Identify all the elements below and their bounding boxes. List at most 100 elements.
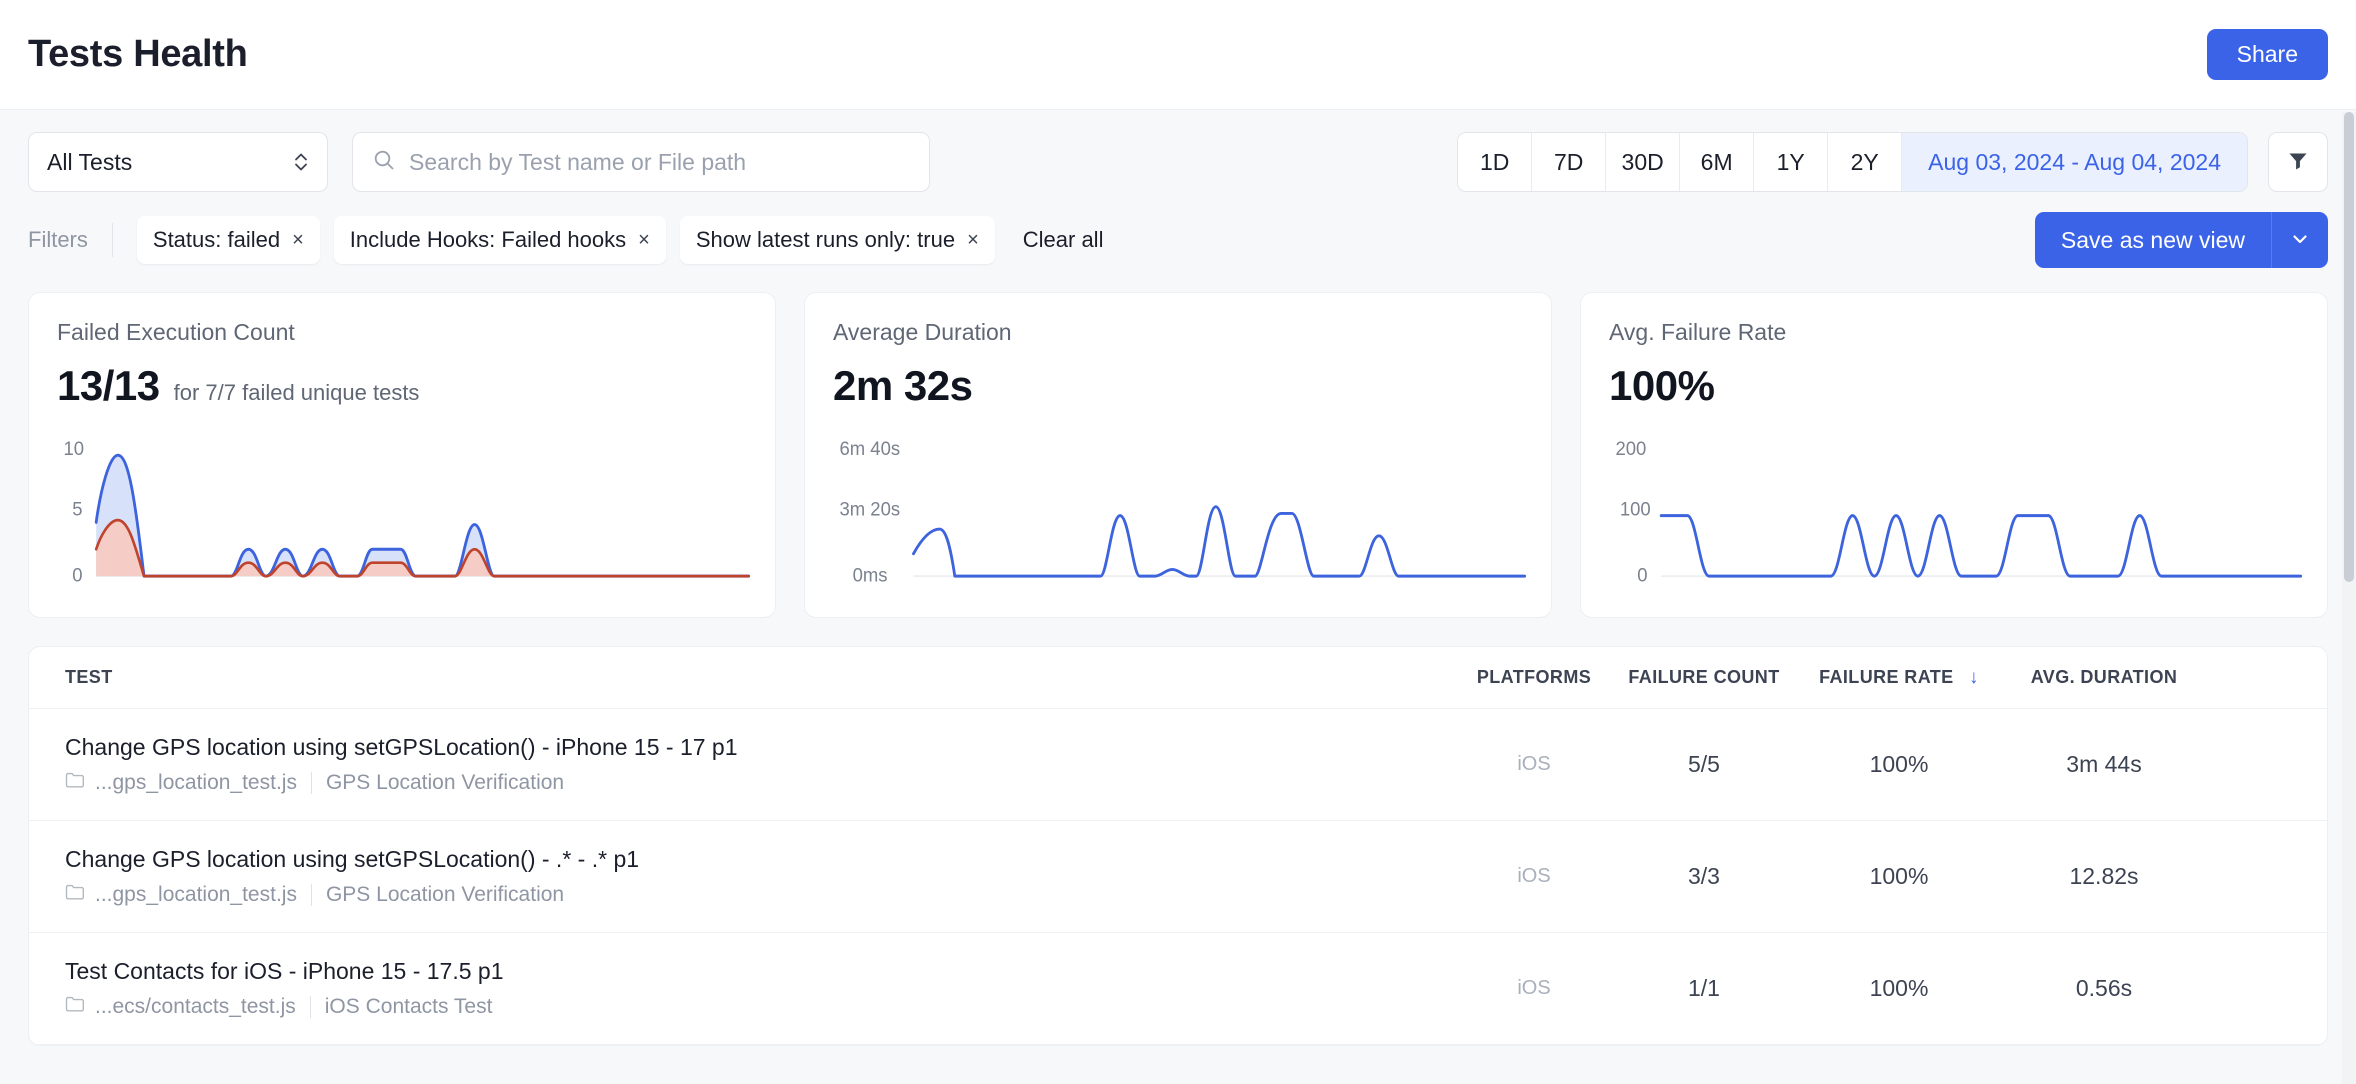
range-30d[interactable]: 30D [1606, 133, 1680, 191]
y-tick-label: 10 [64, 438, 85, 459]
table-cell-failure-count: 5/5 [1609, 751, 1799, 778]
column-header-failure-rate-label: FAILURE RATE [1819, 667, 1953, 687]
page-header: Tests Health Share [0, 0, 2356, 110]
test-meta: ...gps_location_test.js GPS Location Ver… [65, 883, 1459, 907]
range-2y[interactable]: 2Y [1828, 133, 1902, 191]
card-value: 13/13 [57, 362, 160, 410]
series-failed-area [96, 520, 749, 576]
card-title: Failed Execution Count [57, 319, 747, 346]
filter-button[interactable] [2268, 132, 2328, 192]
chart-svg: 200 100 0 [1609, 435, 2305, 603]
chart-svg: 10 5 0 [57, 435, 753, 603]
table-cell-failure-rate: 100% [1799, 863, 1999, 890]
summary-cards: Failed Execution Count 13/13 for 7/7 fai… [0, 268, 2356, 618]
table-row[interactable]: Change GPS location using setGPSLocation… [29, 821, 2327, 933]
y-tick-label: 6m 40s [840, 438, 901, 459]
share-button[interactable]: Share [2207, 29, 2328, 80]
search-box[interactable] [352, 132, 930, 192]
y-tick-label: 100 [1620, 498, 1651, 519]
test-meta: ...gps_location_test.js GPS Location Ver… [65, 771, 1459, 795]
card-title: Average Duration [833, 319, 1523, 346]
toolbar-left: All Tests [28, 132, 930, 192]
table-cell-test: Test Contacts for iOS - iPhone 15 - 17.5… [29, 958, 1459, 1019]
test-scope-select[interactable]: All Tests [28, 132, 328, 192]
card-failed-execution-count: Failed Execution Count 13/13 for 7/7 fai… [28, 292, 776, 618]
close-icon[interactable]: × [638, 229, 650, 252]
test-suite-name: iOS Contacts Test [325, 995, 493, 1019]
range-6m[interactable]: 6M [1680, 133, 1754, 191]
filters-left: Filters Status: failed × Include Hooks: … [28, 216, 1103, 264]
filter-chip-include-hooks[interactable]: Include Hooks: Failed hooks × [334, 216, 666, 264]
close-icon[interactable]: × [967, 229, 979, 252]
table-cell-failure-rate: 100% [1799, 751, 1999, 778]
filter-chip-status[interactable]: Status: failed × [137, 216, 320, 264]
card-value-row: 100% [1609, 362, 2299, 410]
test-meta: ...ecs/contacts_test.js iOS Contacts Tes… [65, 995, 1459, 1019]
y-tick-label: 3m 20s [840, 498, 901, 519]
table-cell-avg-duration: 0.56s [1999, 975, 2209, 1002]
range-1y[interactable]: 1Y [1754, 133, 1828, 191]
y-tick-label: 0 [1637, 564, 1647, 585]
test-file-path: ...ecs/contacts_test.js [95, 995, 296, 1019]
meta-divider [311, 884, 312, 906]
table-cell-avg-duration: 12.82s [1999, 863, 2209, 890]
table-cell-failure-count: 1/1 [1609, 975, 1799, 1002]
column-header-avg-duration[interactable]: AVG. DURATION [1999, 667, 2209, 688]
table-row[interactable]: Test Contacts for iOS - iPhone 15 - 17.5… [29, 933, 2327, 1045]
test-suite-name: GPS Location Verification [326, 771, 564, 795]
series-failed-line [96, 520, 749, 576]
test-file-path: ...gps_location_test.js [95, 883, 297, 907]
series-avg-duration-line [913, 507, 1524, 576]
card-title: Avg. Failure Rate [1609, 319, 2299, 346]
save-as-new-view-button[interactable]: Save as new view [2035, 212, 2272, 268]
filter-chip-status-label: Status: failed [153, 227, 280, 253]
folder-icon [65, 771, 85, 795]
page-title: Tests Health [28, 33, 248, 76]
range-7d[interactable]: 7D [1532, 133, 1606, 191]
test-file-path: ...gps_location_test.js [95, 771, 297, 795]
series-total-area [96, 455, 749, 576]
chart-average-duration: 6m 40s 3m 20s 0ms [833, 435, 1529, 603]
table-header-row: TEST PLATFORMS FAILURE COUNT FAILURE RAT… [29, 647, 2327, 709]
table-cell-test: Change GPS location using setGPSLocation… [29, 734, 1459, 795]
card-value: 100% [1609, 362, 1714, 410]
filter-chip-latest-runs[interactable]: Show latest runs only: true × [680, 216, 995, 264]
column-header-failure-rate[interactable]: FAILURE RATE ↓ [1799, 667, 1999, 689]
search-input[interactable] [409, 149, 909, 176]
test-name[interactable]: Change GPS location using setGPSLocation… [65, 846, 1459, 873]
date-range-group: 1D 7D 30D 6M 1Y 2Y Aug 03, 2024 - Aug 04… [1457, 132, 2248, 192]
table-cell-platform: iOS [1459, 753, 1609, 776]
clear-all-button[interactable]: Clear all [1023, 227, 1104, 253]
y-tick-label: 0 [72, 564, 82, 585]
card-average-duration: Average Duration 2m 32s 6m 40s 3m 20s 0m… [804, 292, 1552, 618]
filters-row: Filters Status: failed × Include Hooks: … [0, 192, 2356, 268]
chart-failed-execution-count: 10 5 0 [57, 435, 753, 603]
page-scrollbar-thumb[interactable] [2344, 112, 2354, 582]
column-header-platforms[interactable]: PLATFORMS [1459, 667, 1609, 688]
filter-chip-include-hooks-label: Include Hooks: Failed hooks [350, 227, 626, 253]
test-name[interactable]: Change GPS location using setGPSLocation… [65, 734, 1459, 761]
date-range-display[interactable]: Aug 03, 2024 - Aug 04, 2024 [1902, 133, 2247, 191]
folder-icon [65, 995, 85, 1019]
meta-divider [311, 772, 312, 794]
table-cell-test: Change GPS location using setGPSLocation… [29, 846, 1459, 907]
card-value-row: 2m 32s [833, 362, 1523, 410]
stepper-updown-icon [293, 150, 309, 174]
column-header-failure-count[interactable]: FAILURE COUNT [1609, 667, 1799, 688]
card-value-row: 13/13 for 7/7 failed unique tests [57, 362, 747, 410]
save-view-dropdown-button[interactable] [2272, 212, 2328, 268]
y-tick-label: 5 [72, 498, 82, 519]
column-header-test[interactable]: TEST [29, 667, 1459, 688]
chevron-down-icon [2289, 228, 2311, 253]
toolbar: All Tests 1D 7D 30D 6M 1Y [0, 110, 2356, 192]
chart-svg: 6m 40s 3m 20s 0ms [833, 435, 1529, 603]
close-icon[interactable]: × [292, 229, 304, 252]
card-value: 2m 32s [833, 362, 972, 410]
table-row[interactable]: Change GPS location using setGPSLocation… [29, 709, 2327, 821]
table-cell-platform: iOS [1459, 865, 1609, 888]
page-scrollbar[interactable] [2342, 112, 2356, 1084]
range-1d[interactable]: 1D [1458, 133, 1532, 191]
folder-icon [65, 883, 85, 907]
table-cell-failure-rate: 100% [1799, 975, 1999, 1002]
test-name[interactable]: Test Contacts for iOS - iPhone 15 - 17.5… [65, 958, 1459, 985]
